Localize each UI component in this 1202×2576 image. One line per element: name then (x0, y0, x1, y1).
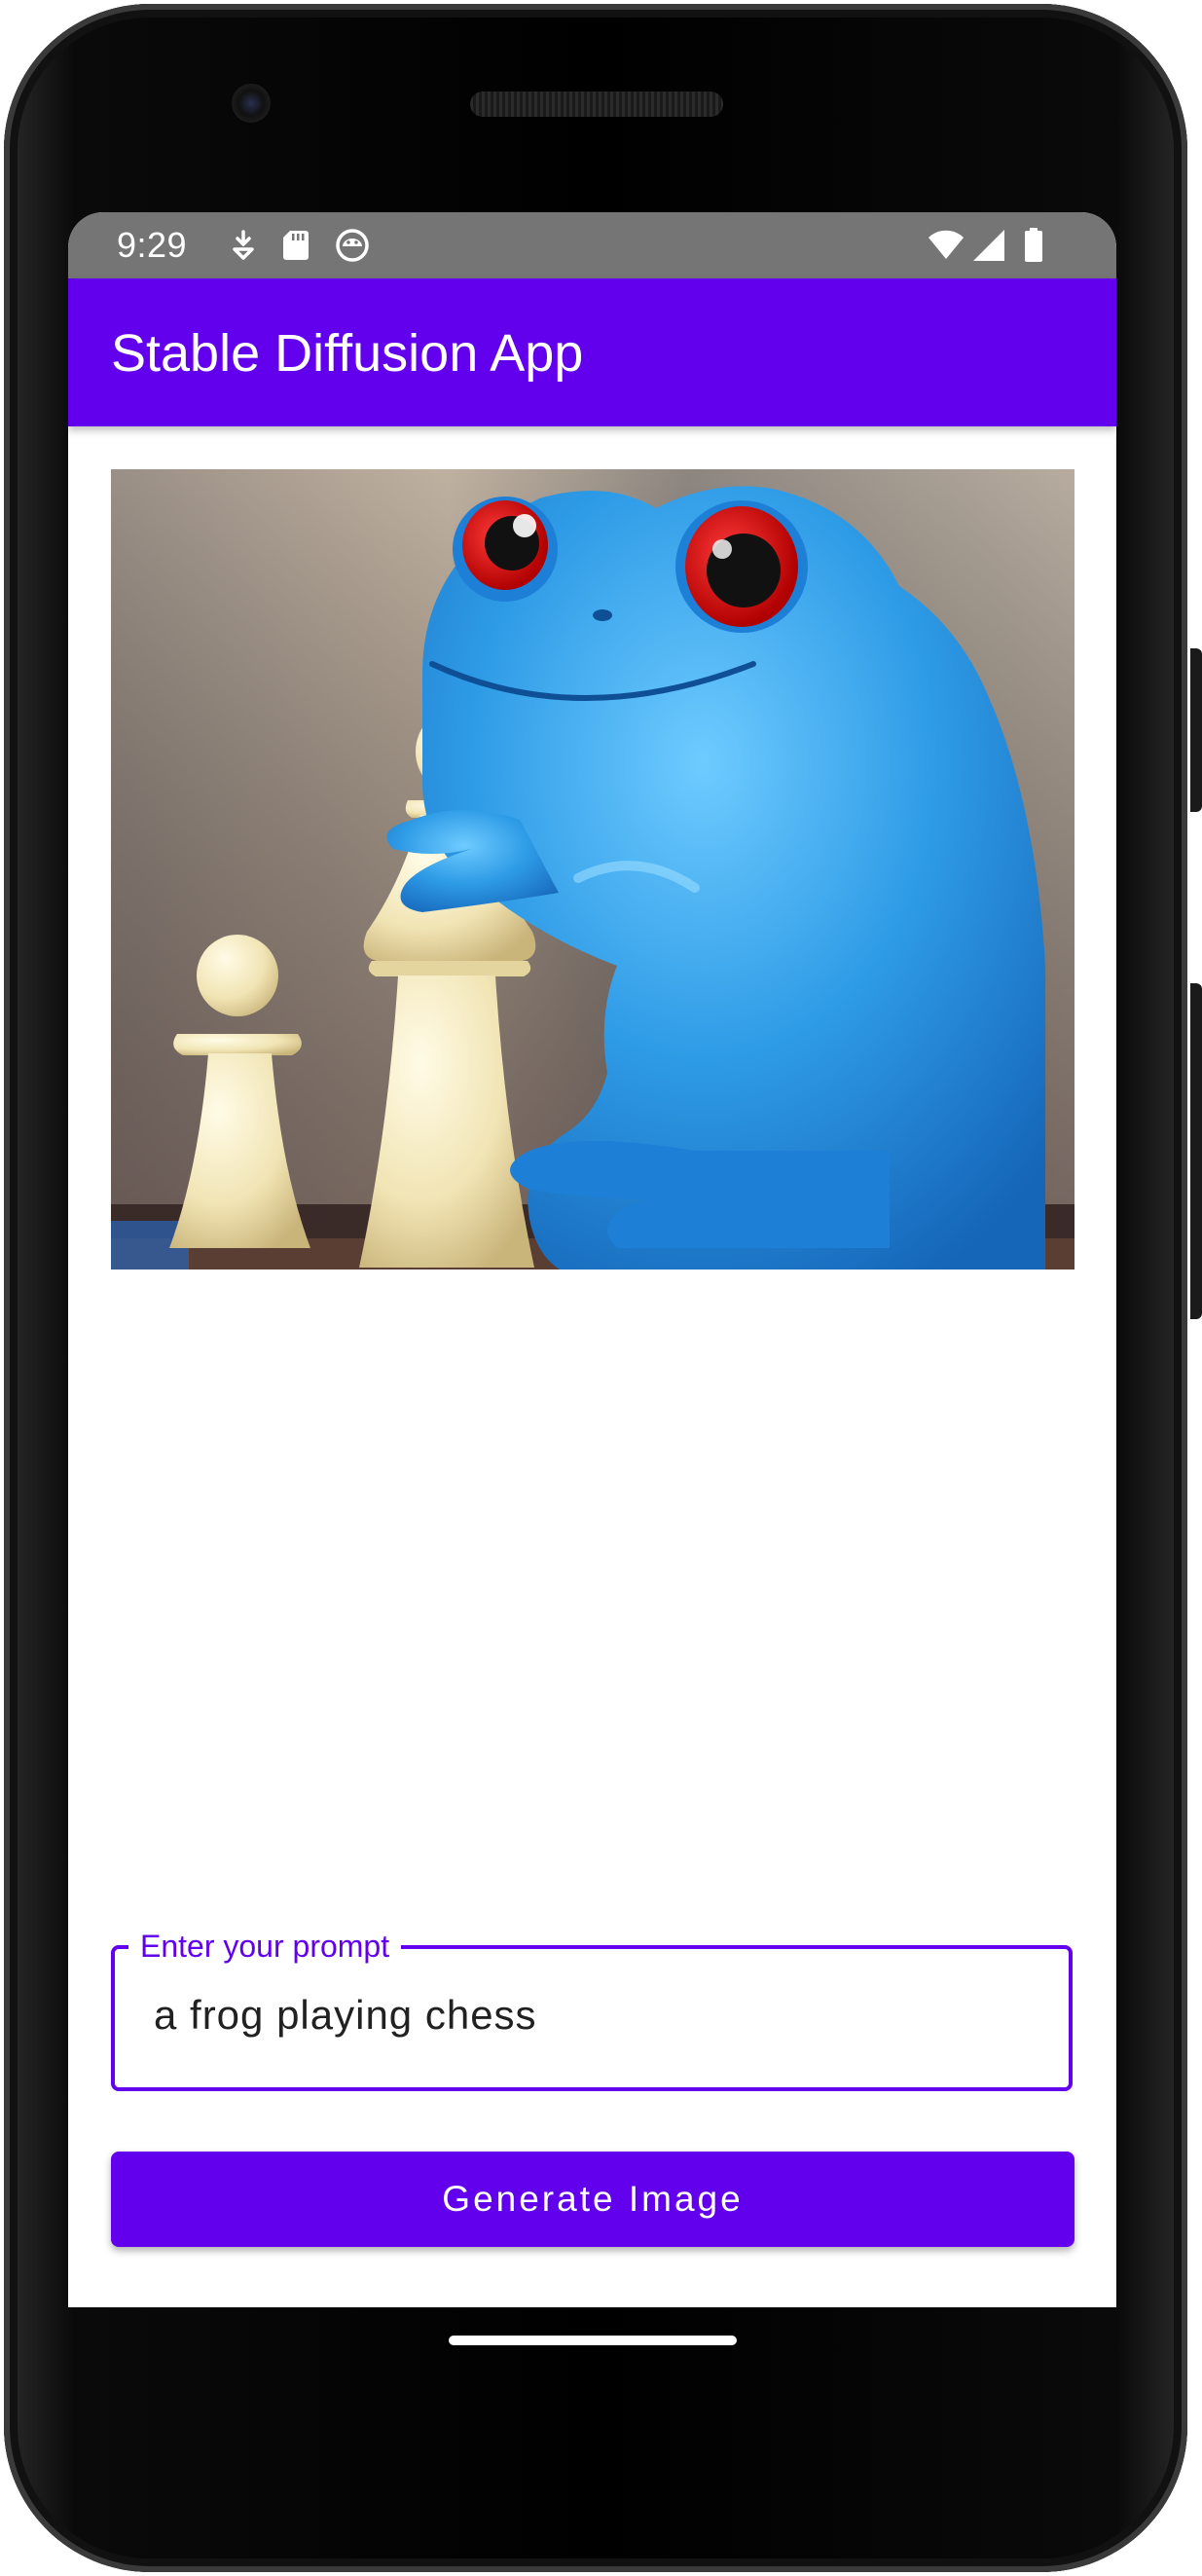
generate-image-button[interactable]: Generate Image (111, 2152, 1075, 2247)
home-indicator[interactable] (449, 2336, 737, 2345)
sd-card-icon (276, 226, 315, 265)
power-button (1190, 648, 1202, 812)
earpiece-speaker (470, 92, 723, 117)
android-debug-icon (333, 226, 372, 265)
cell-signal-icon (969, 226, 1008, 265)
status-bar: 9:29 (68, 212, 1116, 278)
device-frame: 9:29 Stable Diffusion App Enter your pro… (0, 0, 1202, 2576)
prompt-field[interactable]: Enter your prompt (111, 1927, 1073, 2091)
download-notification-icon (224, 226, 263, 265)
prompt-label: Enter your prompt (128, 1927, 402, 1966)
app-bar: Stable Diffusion App (68, 278, 1116, 426)
prompt-input[interactable] (154, 1992, 1030, 2039)
generated-image (111, 469, 1075, 1270)
battery-icon (1014, 226, 1053, 265)
app-screen: 9:29 Stable Diffusion App Enter your pro… (68, 212, 1116, 2307)
wifi-icon (927, 226, 965, 265)
status-time: 9:29 (117, 225, 188, 265)
volume-buttons (1190, 983, 1202, 1319)
front-camera (232, 84, 271, 123)
app-title: Stable Diffusion App (111, 324, 584, 383)
